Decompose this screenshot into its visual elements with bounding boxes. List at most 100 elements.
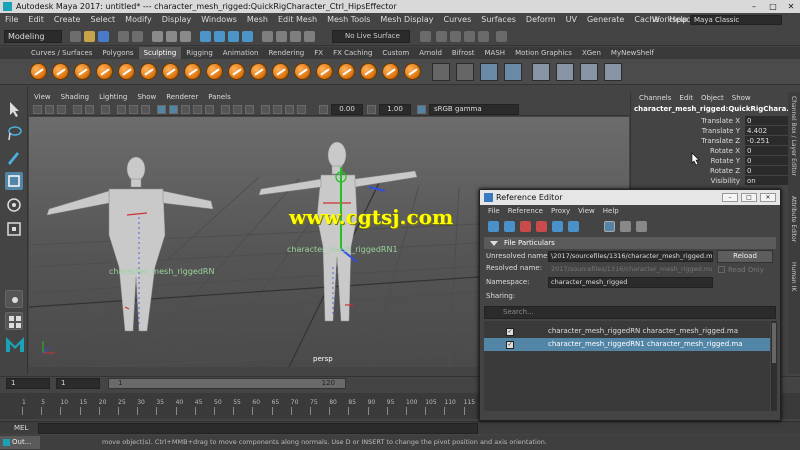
remove-reference-icon[interactable] bbox=[520, 221, 531, 232]
import-reference-icon[interactable] bbox=[504, 221, 515, 232]
wax-tool-icon[interactable] bbox=[250, 63, 267, 80]
reference-editor-titlebar[interactable]: Reference Editor – □ ✕ bbox=[480, 190, 780, 205]
redo-icon[interactable] bbox=[132, 31, 143, 42]
reload-reference-icon[interactable] bbox=[552, 221, 563, 232]
color-management-icon[interactable] bbox=[417, 105, 426, 114]
list-view-icon[interactable] bbox=[604, 221, 615, 232]
shelf-tab-xgen[interactable]: XGen bbox=[577, 47, 606, 59]
lights-icon[interactable] bbox=[193, 105, 202, 114]
flatten-tool-icon[interactable] bbox=[140, 63, 157, 80]
grease-pencil-icon[interactable] bbox=[101, 105, 110, 114]
select-by-surface-icon[interactable] bbox=[242, 31, 253, 42]
ref-menu-help[interactable]: Help bbox=[599, 205, 623, 218]
grid-toggle-icon[interactable] bbox=[117, 105, 126, 114]
ambient-occlusion-icon[interactable] bbox=[221, 105, 230, 114]
create-reference-icon[interactable] bbox=[488, 221, 499, 232]
pinch-tool-icon[interactable] bbox=[118, 63, 135, 80]
attr-rotate-x[interactable]: Rotate X0 bbox=[631, 146, 789, 156]
vp-menu-view[interactable]: View bbox=[29, 92, 56, 103]
reference-row-rn[interactable]: ✓ character_mesh_riggedRN character_mesh_… bbox=[484, 325, 770, 338]
smear-tool-icon[interactable] bbox=[338, 63, 355, 80]
wireframe-icon[interactable] bbox=[157, 105, 166, 114]
foamy-tool-icon[interactable] bbox=[162, 63, 179, 80]
shelf-tab-polygons[interactable]: Polygons bbox=[97, 47, 138, 59]
fill-tool-icon[interactable] bbox=[294, 63, 311, 80]
channel-menu-show[interactable]: Show bbox=[728, 92, 755, 104]
mel-label[interactable]: MEL bbox=[14, 422, 28, 435]
select-by-joint-icon[interactable] bbox=[214, 31, 225, 42]
attr-translate-z[interactable]: Translate Z -0.251 bbox=[631, 136, 789, 146]
ref-maximize-button[interactable]: □ bbox=[741, 193, 757, 202]
render-view-icon[interactable] bbox=[436, 31, 447, 42]
shelf-tab-sculpting[interactable]: Sculpting bbox=[138, 47, 182, 59]
ref-close-button[interactable]: ✕ bbox=[760, 193, 776, 202]
motion-blur-icon[interactable] bbox=[233, 105, 242, 114]
read-only-checkbox[interactable]: Read Only bbox=[718, 266, 764, 274]
reference-search-input[interactable]: Search... bbox=[484, 306, 776, 319]
attr-rotate-y[interactable]: Rotate Y0 bbox=[631, 156, 789, 166]
save-scene-icon[interactable] bbox=[98, 31, 109, 42]
channel-menu-object[interactable]: Object bbox=[697, 92, 728, 104]
bookmark-icon[interactable] bbox=[57, 105, 66, 114]
relax-tool-icon[interactable] bbox=[74, 63, 91, 80]
imprint-tool-icon[interactable] bbox=[228, 63, 245, 80]
move-tool-icon[interactable] bbox=[5, 172, 23, 190]
grid-view-icon[interactable] bbox=[636, 221, 647, 232]
attr-rotate-z[interactable]: Rotate Z0 bbox=[631, 166, 789, 176]
mash-network-icon[interactable] bbox=[532, 63, 550, 81]
isolate-select-icon[interactable] bbox=[261, 105, 270, 114]
attr-visibility[interactable]: Visibility on bbox=[631, 176, 789, 186]
sculpt-tool-icon[interactable] bbox=[30, 63, 47, 80]
ipr-render-icon[interactable] bbox=[464, 31, 475, 42]
camera-attributes-icon[interactable] bbox=[45, 105, 54, 114]
camera-select-icon[interactable] bbox=[33, 105, 42, 114]
ref-menu-file[interactable]: File bbox=[484, 205, 504, 218]
current-start-field[interactable]: 1 bbox=[56, 378, 100, 389]
menu-generate[interactable]: Generate bbox=[582, 13, 629, 27]
2d-pan-zoom-icon[interactable] bbox=[85, 105, 94, 114]
select-component-icon[interactable] bbox=[180, 31, 191, 42]
channel-menu-edit[interactable]: Edit bbox=[675, 92, 697, 104]
attr-translate-x[interactable]: Translate X0 bbox=[631, 116, 789, 126]
snap-point-icon[interactable] bbox=[290, 31, 301, 42]
spray-tool-icon[interactable] bbox=[184, 63, 201, 80]
backface-icon[interactable] bbox=[297, 105, 306, 114]
anti-aliasing-icon[interactable] bbox=[245, 105, 254, 114]
menu-deform[interactable]: Deform bbox=[521, 13, 561, 27]
select-by-handle-icon[interactable] bbox=[200, 31, 211, 42]
four-view-layout-icon[interactable] bbox=[5, 312, 23, 330]
render-settings-icon[interactable] bbox=[478, 31, 489, 42]
shelf-tab-mash[interactable]: MASH bbox=[480, 47, 511, 59]
shelf-tab-curves-surfaces[interactable]: Curves / Surfaces bbox=[26, 47, 97, 59]
vp-menu-show[interactable]: Show bbox=[132, 92, 161, 103]
exposure-icon[interactable] bbox=[319, 105, 328, 114]
maximize-button[interactable]: □ bbox=[764, 1, 782, 12]
shelf-tab-rendering[interactable]: Rendering bbox=[263, 47, 309, 59]
vp-menu-lighting[interactable]: Lighting bbox=[94, 92, 132, 103]
scale-tool-icon[interactable] bbox=[5, 220, 23, 238]
unmask-icon[interactable] bbox=[456, 63, 474, 81]
vp-menu-renderer[interactable]: Renderer bbox=[161, 92, 203, 103]
shelf-tab-motion-graphics[interactable]: Motion Graphics bbox=[510, 47, 577, 59]
menu-surfaces[interactable]: Surfaces bbox=[476, 13, 521, 27]
select-object-icon[interactable] bbox=[166, 31, 177, 42]
human-ik-icon[interactable] bbox=[504, 63, 522, 81]
shelf-tab-rigging[interactable]: Rigging bbox=[181, 47, 218, 59]
exposure-field[interactable]: 0.00 bbox=[331, 104, 363, 115]
quick-rig-icon[interactable] bbox=[480, 63, 498, 81]
ref-menu-view[interactable]: View bbox=[574, 205, 599, 218]
hypershade-icon[interactable] bbox=[496, 31, 507, 42]
vp-menu-panels[interactable]: Panels bbox=[203, 92, 236, 103]
shelf-tab-bifrost[interactable]: Bifrost bbox=[447, 47, 480, 59]
shelf-tab-arnold[interactable]: Arnold bbox=[414, 47, 447, 59]
snap-curve-icon[interactable] bbox=[276, 31, 287, 42]
ref-menu-proxy[interactable]: Proxy bbox=[547, 205, 574, 218]
freeze-tool-icon[interactable] bbox=[404, 63, 421, 80]
output-window-task[interactable]: Out... bbox=[0, 436, 40, 449]
snap-view-plane-icon[interactable] bbox=[304, 31, 315, 42]
render-icon[interactable] bbox=[450, 31, 461, 42]
menu-modify[interactable]: Modify bbox=[120, 13, 157, 27]
snap-grid-icon[interactable] bbox=[262, 31, 273, 42]
side-tab-human-ik[interactable]: Human IK bbox=[790, 262, 797, 291]
menu-set-select[interactable]: Modeling bbox=[4, 30, 62, 43]
